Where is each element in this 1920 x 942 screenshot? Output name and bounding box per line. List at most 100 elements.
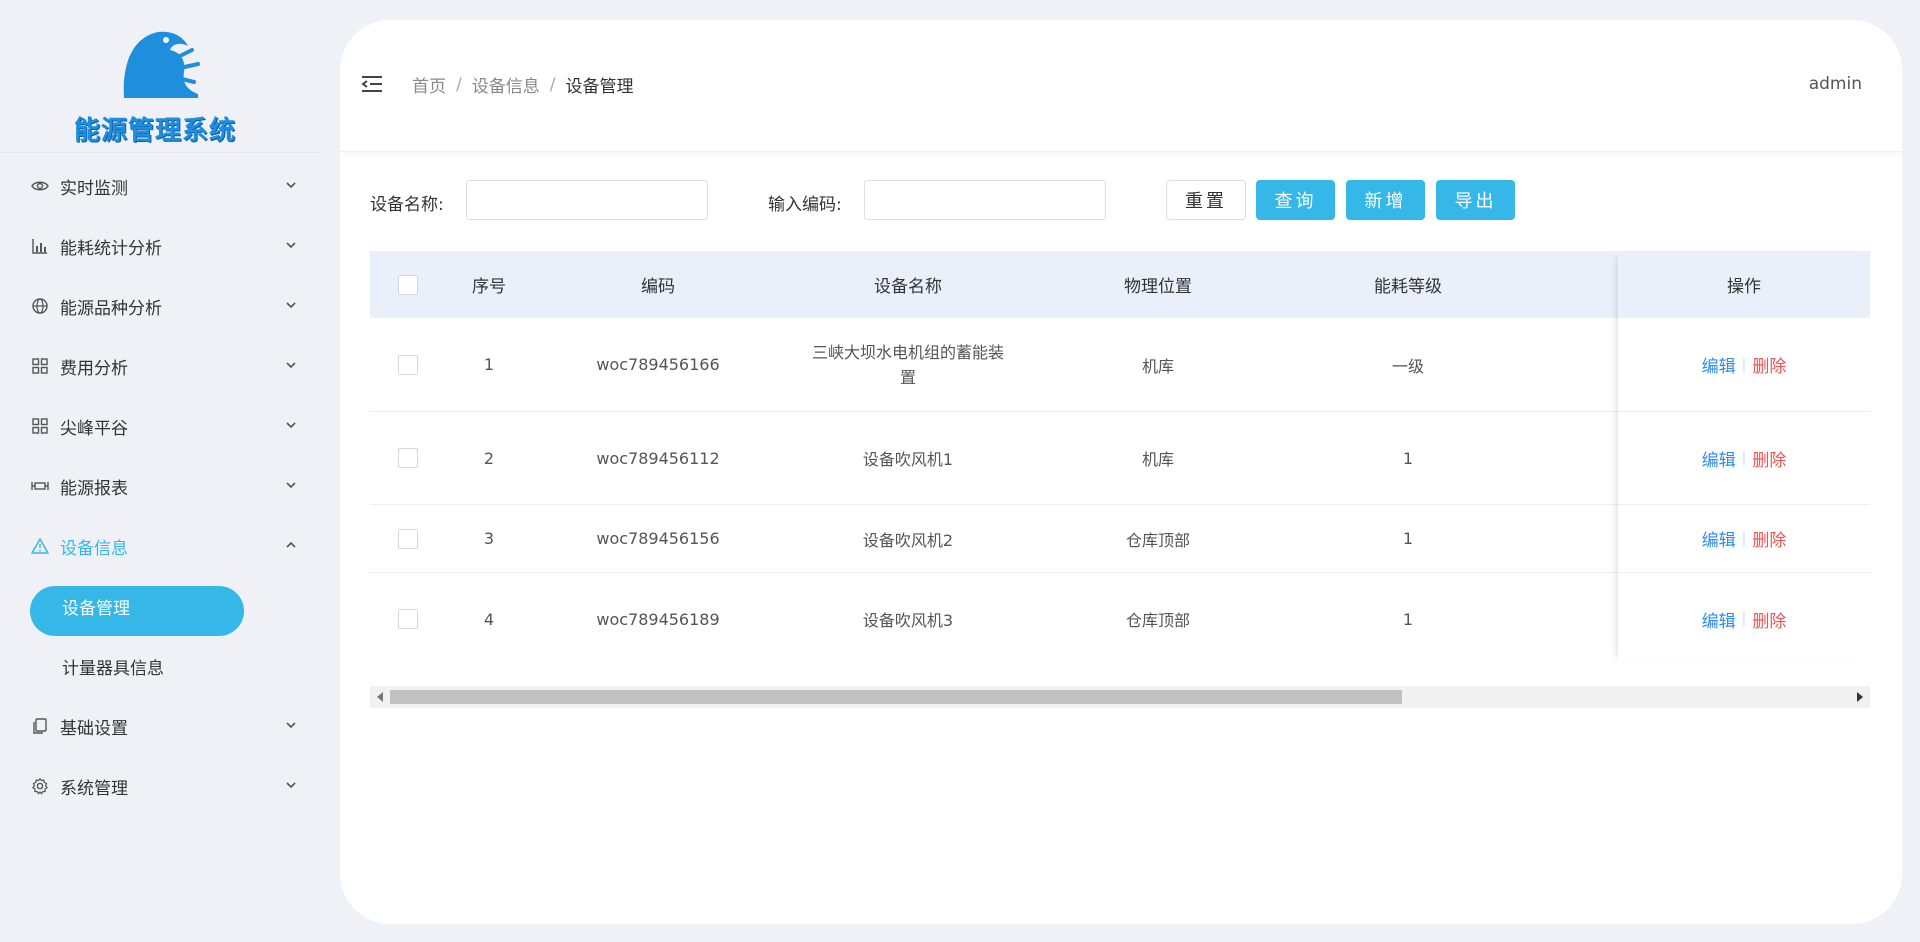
column-header-actions: 操作 [1727, 277, 1761, 297]
cell-code: woc789456189 [596, 609, 720, 629]
action-separator: | [1741, 530, 1747, 547]
column-header-code: 编码 [641, 277, 675, 297]
copy-icon [30, 716, 50, 736]
eye-icon [30, 176, 50, 196]
gear-icon [30, 776, 50, 796]
select-all-checkbox[interactable] [398, 274, 418, 295]
scroll-right-arrow-icon[interactable] [1857, 692, 1863, 702]
cell-level: 一级 [1391, 356, 1425, 376]
edit-button[interactable]: 编辑 [1702, 607, 1736, 632]
scrollbar-thumb[interactable] [390, 690, 1402, 704]
action-separator: | [1741, 356, 1747, 373]
edit-button[interactable]: 编辑 [1702, 526, 1736, 551]
cell-name-line: 置 [899, 367, 917, 387]
sidebar-divider [0, 152, 320, 153]
sidebar-item-label: 尖峰平谷 [60, 418, 128, 439]
breadcrumb-separator: / [549, 74, 556, 95]
logo-mark-icon [123, 31, 200, 99]
sidebar-item-energy-type-analysis[interactable]: 能源品种分析 [0, 276, 320, 336]
sidebar-item-label: 系统管理 [60, 778, 128, 799]
cell-name: 设备吹风机1 [862, 450, 954, 469]
sidebar-item-realtime-monitor[interactable]: 实时监测 [0, 156, 320, 216]
sidebar-item-peak-valley[interactable]: 尖峰平谷 [0, 396, 320, 456]
row-checkbox[interactable] [398, 448, 418, 468]
sidebar-item-label: 费用分析 [60, 358, 128, 379]
bar-chart-icon [30, 236, 50, 256]
row-actions: 编辑 | 删除 [1702, 446, 1787, 471]
device-name-input[interactable] [466, 180, 708, 220]
row-actions: 编辑 | 删除 [1702, 526, 1787, 552]
chevron-down-icon [286, 782, 296, 789]
top-header: 首页 / 设备信息 / 设备管理 admin [340, 20, 1902, 152]
sidebar-item-label: 能源品种分析 [60, 298, 162, 319]
sidebar-item-device-info[interactable]: 设备信息 [0, 516, 320, 576]
chevron-down-icon [286, 422, 296, 429]
horizontal-scrollbar[interactable] [370, 686, 1870, 708]
row-checkbox[interactable] [398, 528, 418, 549]
chevron-down-icon [286, 242, 296, 249]
reset-button[interactable]: 重置 [1166, 180, 1246, 220]
grid-icon [30, 416, 50, 436]
export-button[interactable]: 导出 [1436, 180, 1515, 220]
cell-name-line: 三峡大坝水电机组的蓄能装 [811, 342, 1005, 362]
code-label: 输入编码: [768, 195, 842, 215]
table-row: 3 woc789456156 设备吹风机2 仓库顶部 1 编辑 | 删除 [370, 505, 1870, 573]
sidebar-item-cost-analysis[interactable]: 费用分析 [0, 336, 320, 396]
table-header: 序号 编码 设备名称 物理位置 能耗等级 操作 [370, 251, 1870, 318]
collapse-menu-icon[interactable] [360, 72, 384, 96]
delete-button[interactable]: 删除 [1752, 607, 1786, 632]
logo-text: 能源管理系统 [74, 116, 237, 146]
sidebar-item-basic-settings[interactable]: 基础设置 [0, 696, 320, 756]
warning-triangle-icon [30, 536, 50, 556]
sidebar-subitem-meter-info[interactable]: 计量器具信息 [0, 636, 320, 696]
cell-name: 三峡大坝水电机组的蓄能装 置 [812, 340, 1004, 390]
device-table: 序号 编码 设备名称 物理位置 能耗等级 操作 1 woc789456166 三… [370, 251, 1870, 708]
row-checkbox[interactable] [398, 354, 418, 375]
delete-button[interactable]: 删除 [1752, 526, 1786, 551]
sidebar-item-label: 计量器具信息 [62, 658, 164, 679]
table-row: 2 woc789456112 设备吹风机1 机库 1 编辑 | 删除 [370, 412, 1870, 505]
sidebar-item-energy-report[interactable]: 能源报表 [0, 456, 320, 516]
table-row: 4 woc789456189 设备吹风机3 仓库顶部 1 编辑 | 删除 [370, 573, 1870, 665]
delete-button[interactable]: 删除 [1752, 446, 1786, 471]
action-separator: | [1741, 450, 1747, 466]
row-actions: 编辑 | 删除 [1702, 607, 1787, 632]
cell-location: 仓库顶部 [1125, 611, 1191, 630]
sidebar-item-label: 能耗统计分析 [60, 238, 162, 259]
sidebar-item-label: 设备管理 [62, 598, 130, 619]
breadcrumb-separator: / [456, 74, 462, 95]
table-row: 1 woc789456166 三峡大坝水电机组的蓄能装 置 机库 一级 编辑 |… [370, 318, 1870, 412]
edit-button[interactable]: 编辑 [1702, 446, 1736, 471]
cell-level: 1 [1402, 448, 1414, 468]
column-header-level: 能耗等级 [1374, 277, 1442, 297]
chevron-down-icon [286, 182, 296, 189]
globe-icon [30, 296, 50, 316]
cell-index: 2 [483, 448, 495, 468]
main-panel: 首页 / 设备信息 / 设备管理 admin 设备名称: 输入编码: 重置 查询… [340, 20, 1902, 924]
user-menu[interactable]: admin [1809, 74, 1862, 94]
sidebar-subitem-device-management[interactable]: 设备管理 [0, 576, 320, 636]
grid-icon [30, 356, 50, 376]
cell-code: woc789456156 [596, 529, 720, 548]
sidebar: 能源管理系统 实时监测 能耗统计分析 能源品种分析 费用分析 尖峰平谷 能源报表… [0, 0, 320, 942]
cell-level: 1 [1402, 529, 1414, 548]
cell-index: 4 [483, 609, 495, 629]
chevron-down-icon [286, 482, 296, 489]
add-button[interactable]: 新增 [1346, 180, 1425, 220]
delete-button[interactable]: 删除 [1752, 352, 1786, 377]
breadcrumb-device-info[interactable]: 设备信息 [472, 72, 540, 97]
sidebar-item-consumption-stats[interactable]: 能耗统计分析 [0, 216, 320, 276]
chevron-up-icon [286, 541, 296, 548]
scroll-left-arrow-icon[interactable] [377, 692, 383, 702]
cell-code: woc789456166 [596, 355, 720, 374]
search-button[interactable]: 查询 [1256, 180, 1335, 220]
cell-name: 设备吹风机3 [862, 611, 954, 630]
breadcrumb-home[interactable]: 首页 [412, 72, 446, 97]
cell-index: 1 [483, 355, 495, 374]
chevron-down-icon [286, 362, 296, 369]
sidebar-item-system-management[interactable]: 系统管理 [0, 756, 320, 816]
code-input[interactable] [864, 180, 1106, 220]
edit-button[interactable]: 编辑 [1702, 352, 1736, 377]
row-checkbox[interactable] [398, 609, 418, 629]
search-form: 设备名称: 输入编码: 重置 查询 新增 导出 [370, 180, 1870, 220]
